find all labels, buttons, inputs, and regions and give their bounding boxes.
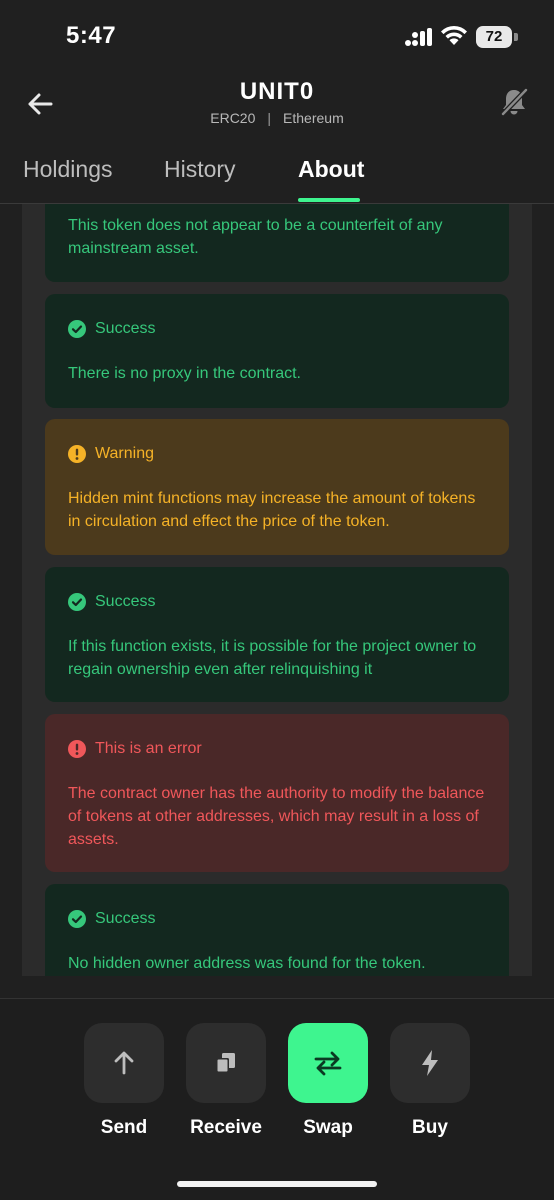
home-indicator[interactable] <box>177 1181 377 1187</box>
check-description: If this function exists, it is possible … <box>68 638 477 678</box>
buy-label: Buy <box>412 1117 448 1138</box>
swap-icon <box>314 1051 342 1076</box>
bottom-action-bar: Send Receive Swap Buy <box>0 998 554 1200</box>
warning-circle-icon <box>68 445 86 463</box>
receive-button[interactable]: Receive <box>185 1023 267 1139</box>
error-circle-icon <box>68 740 86 758</box>
swap-label: Swap <box>303 1117 353 1138</box>
check-description: This token does not appear to be a count… <box>68 217 443 257</box>
battery-level: 72 <box>485 28 503 45</box>
token-network-info: ERC20 | Ethereum <box>0 110 554 126</box>
app-header: UNIT0 ERC20 | Ethereum <box>0 70 554 140</box>
page-title: UNIT0 <box>239 78 315 105</box>
security-checks-list[interactable]: This token does not appear to be a count… <box>22 204 532 976</box>
security-check-card: Warning Hidden mint functions may increa… <box>45 419 509 555</box>
battery-indicator: 72 <box>476 26 518 48</box>
check-circle-icon <box>68 910 86 928</box>
security-check-card: This token does not appear to be a count… <box>45 204 509 282</box>
security-check-card: Success No hidden owner address was foun… <box>45 884 509 976</box>
separator: | <box>267 110 272 126</box>
arrow-up-icon <box>114 1051 134 1075</box>
check-description: There is no proxy in the contract. <box>68 365 301 382</box>
check-description: Hidden mint functions may increase the a… <box>68 490 476 530</box>
security-check-card: Success If this function exists, it is p… <box>45 567 509 702</box>
receive-label: Receive <box>190 1117 262 1138</box>
tab-about[interactable]: About <box>298 156 364 183</box>
network-name: Ethereum <box>283 110 344 126</box>
tab-bar: Holdings History About <box>0 150 554 204</box>
check-status-title: Warning <box>95 445 154 462</box>
tab-history[interactable]: History <box>164 156 236 183</box>
lightning-icon <box>422 1050 438 1076</box>
copy-icon <box>216 1053 235 1073</box>
check-status-title: This is an error <box>95 740 202 757</box>
check-status-title: Success <box>95 910 156 927</box>
status-bar: 5:47 72 <box>0 0 554 70</box>
buy-button[interactable]: Buy <box>389 1023 471 1139</box>
token-standard: ERC20 <box>210 110 256 126</box>
active-tab-indicator <box>298 198 360 202</box>
tab-holdings[interactable]: Holdings <box>23 156 113 183</box>
status-time: 5:47 <box>66 22 117 49</box>
wifi-icon <box>441 25 467 45</box>
cellular-signal-icon <box>405 28 432 46</box>
bell-off-icon <box>501 88 528 116</box>
check-description: The contract owner has the authority to … <box>68 785 485 848</box>
send-label: Send <box>100 1117 148 1138</box>
check-status-title: Success <box>95 593 156 610</box>
security-check-card: Success There is no proxy in the contrac… <box>45 294 509 408</box>
check-status-title: Success <box>95 320 156 337</box>
check-circle-icon <box>68 320 86 338</box>
swap-button[interactable]: Swap <box>287 1023 369 1139</box>
security-check-card: This is an error The contract owner has … <box>45 714 509 872</box>
check-circle-icon <box>68 593 86 611</box>
notification-toggle-button[interactable] <box>496 84 532 120</box>
check-description: No hidden owner address was found for th… <box>68 955 426 972</box>
send-button[interactable]: Send <box>83 1023 165 1139</box>
